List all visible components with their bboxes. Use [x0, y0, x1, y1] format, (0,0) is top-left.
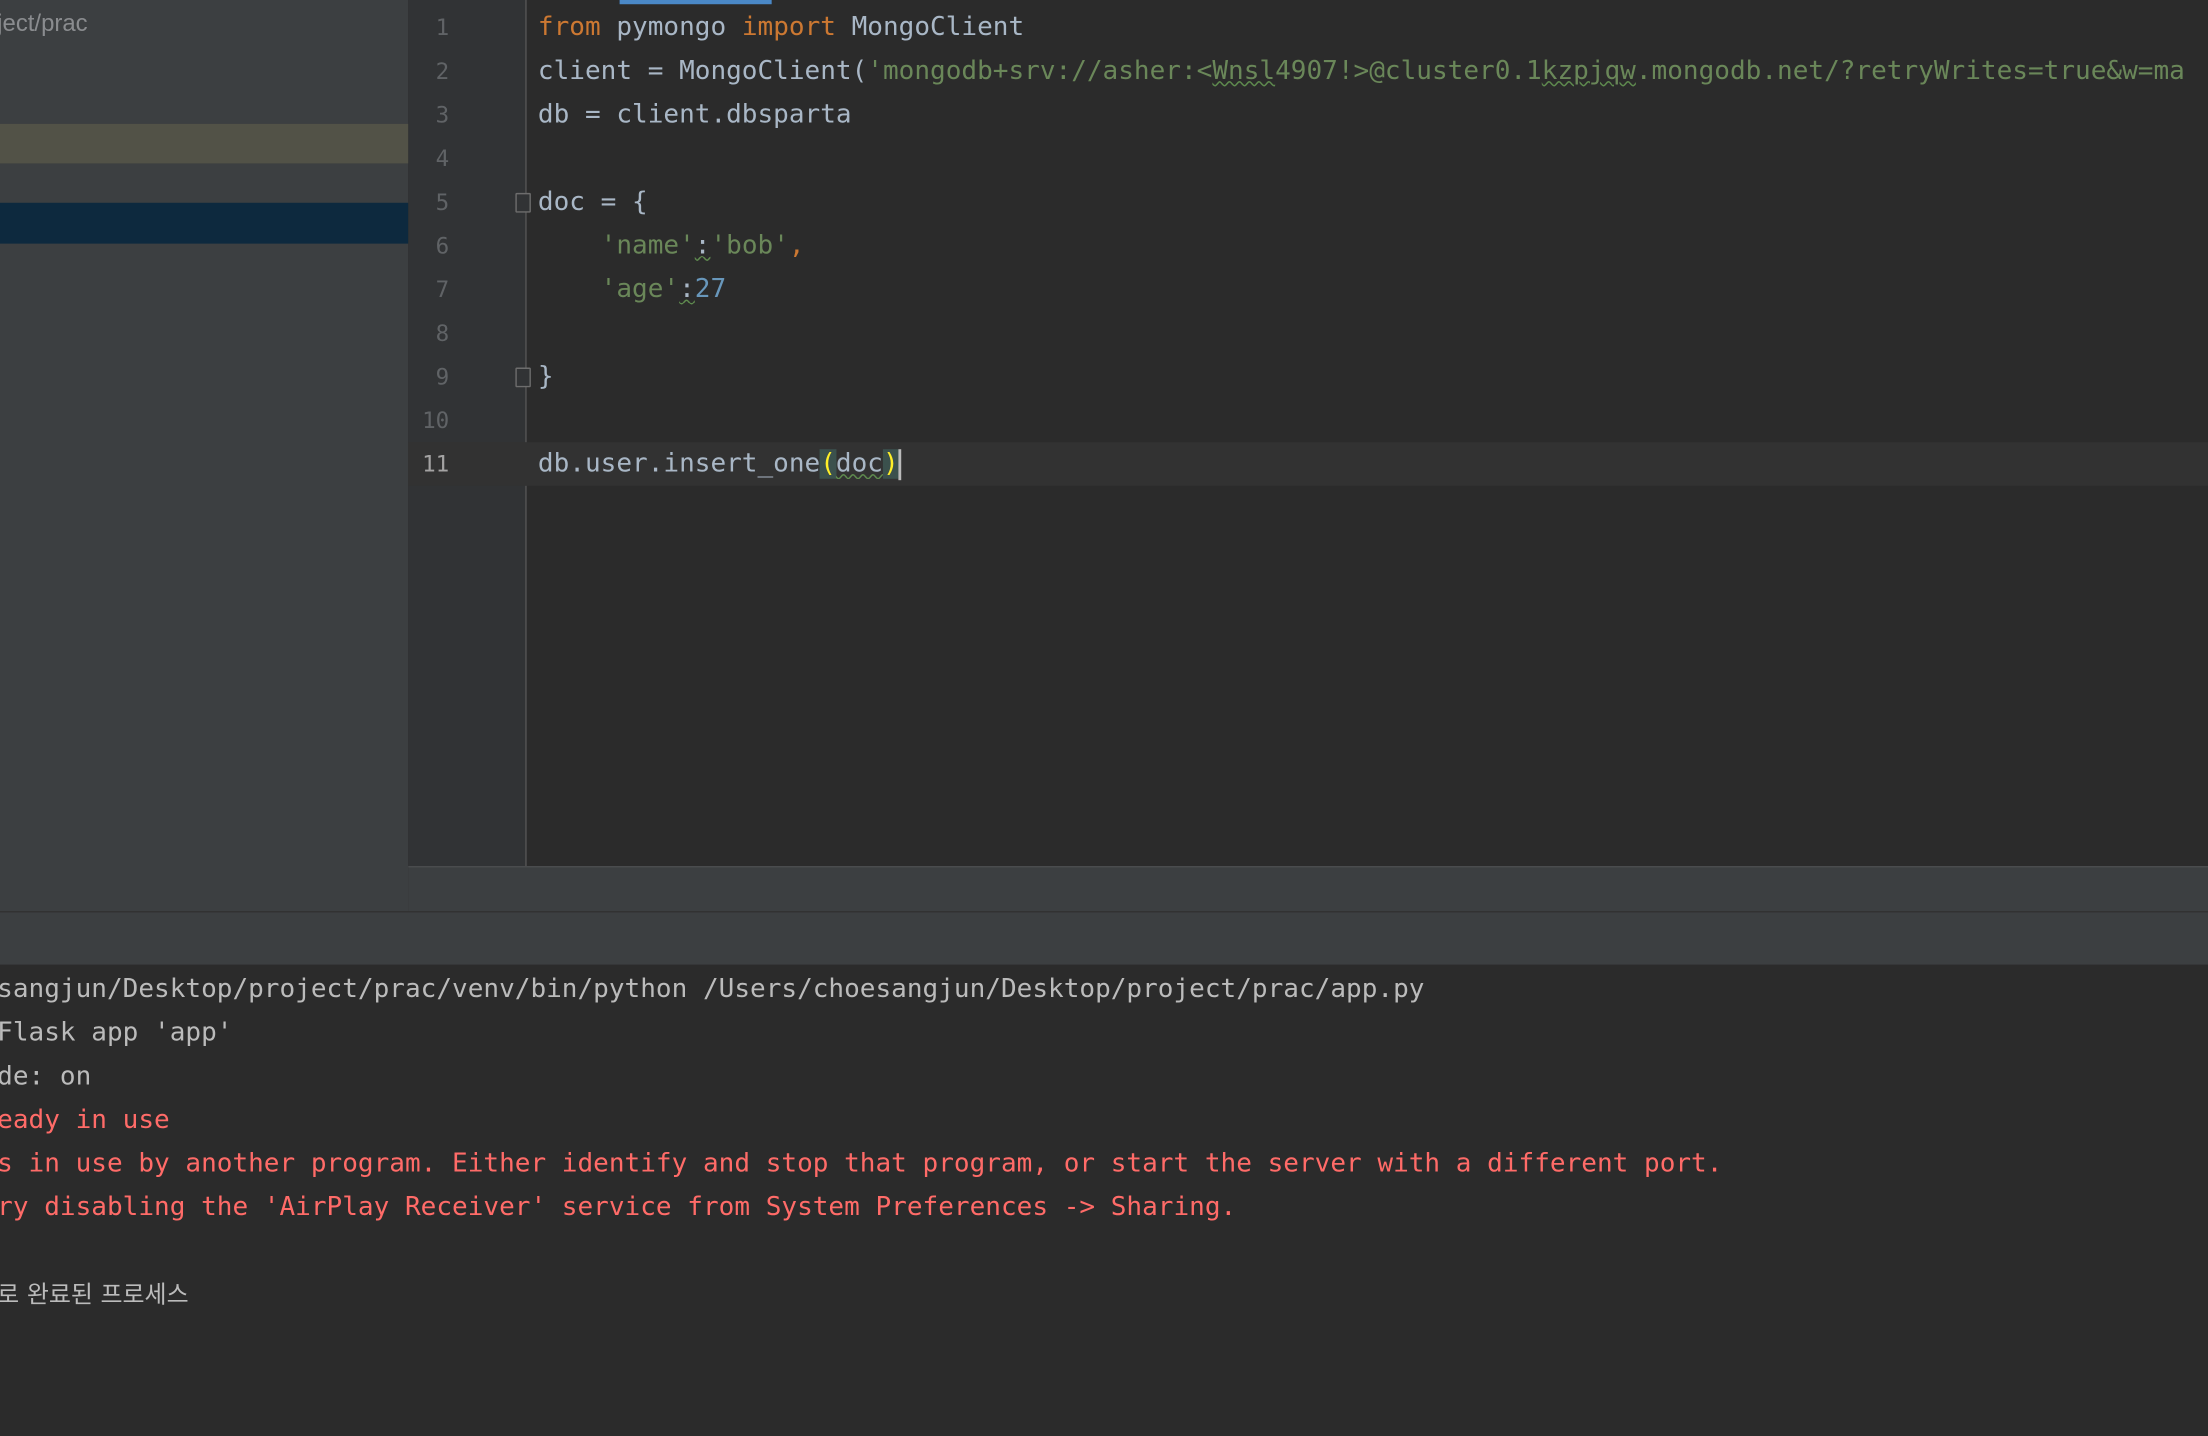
matched-paren: ( — [820, 449, 836, 479]
code-text[interactable]: client = MongoClient('mongodb+srv://ashe… — [538, 49, 2185, 93]
console-line: de: on — [0, 1061, 92, 1092]
code-line[interactable]: 9 } — [408, 355, 2208, 399]
editor-breadcrumb-bar — [408, 866, 2208, 913]
active-tab-indicator — [619, 0, 772, 5]
code-text[interactable]: doc = { — [538, 180, 648, 224]
fold-marker-icon[interactable] — [515, 192, 531, 213]
run-console[interactable]: sangjun/Desktop/project/prac/venv/bin/py… — [0, 964, 2208, 1436]
line-number: 3 — [435, 101, 450, 129]
run-toolwindow-header[interactable] — [0, 911, 2208, 966]
text-caret — [898, 449, 902, 481]
line-number: 5 — [435, 188, 450, 216]
code-line-current[interactable]: 11 db.user.insert_one(doc) — [408, 442, 2208, 486]
line-number: 8 — [435, 319, 450, 347]
matched-paren: ) — [882, 449, 899, 479]
console-error-line: ry disabling the 'AirPlay Receiver' serv… — [0, 1192, 1237, 1223]
console-exit-line: 로 완료된 프로세스 — [0, 1281, 189, 1310]
line-number: 11 — [422, 450, 450, 478]
project-tree-item-highlighted[interactable] — [0, 123, 409, 164]
code-text[interactable]: 'name':'bob', — [538, 224, 805, 268]
line-number: 1 — [435, 14, 450, 41]
code-line[interactable]: 5 doc = { — [408, 180, 2208, 224]
code-line[interactable]: 3 db = client.dbsparta — [408, 93, 2208, 137]
project-path[interactable]: ject/prac — [0, 10, 88, 38]
code-text[interactable]: db.user.insert_one(doc) — [538, 442, 902, 486]
code-text[interactable]: db = client.dbsparta — [538, 93, 852, 137]
code-text[interactable]: from pymongo import MongoClient — [538, 6, 1024, 50]
project-tree-item-selected[interactable] — [0, 202, 409, 244]
line-number: 10 — [422, 406, 450, 434]
line-number: 2 — [435, 57, 450, 85]
console-line: Flask app 'app' — [0, 1018, 233, 1048]
console-line: sangjun/Desktop/project/prac/venv/bin/py… — [0, 974, 1425, 1005]
code-text[interactable]: 'age':27 — [538, 268, 727, 312]
console-error-line: eady in use — [0, 1105, 170, 1135]
line-number: 4 — [435, 145, 450, 172]
code-line[interactable]: 7 'age':27 — [408, 268, 2208, 312]
line-number: 7 — [435, 275, 450, 303]
line-number: 6 — [435, 232, 450, 260]
code-line[interactable]: 4 — [408, 137, 2208, 181]
code-editor[interactable]: 1 from pymongo import MongoClient 2 clie… — [408, 0, 2208, 867]
fold-marker-icon[interactable] — [515, 367, 531, 388]
code-line[interactable]: 10 — [408, 399, 2208, 443]
code-line[interactable]: 6 'name':'bob', — [408, 224, 2208, 268]
code-line[interactable]: 2 client = MongoClient('mongodb+srv://as… — [408, 49, 2208, 93]
code-text[interactable]: } — [538, 355, 554, 399]
project-sidebar: ject/prac — [0, 0, 409, 912]
code-line[interactable]: 8 — [408, 311, 2208, 355]
console-error-line: s in use by another program. Either iden… — [0, 1149, 1723, 1179]
code-line[interactable]: 1 from pymongo import MongoClient — [408, 6, 2208, 50]
ide-window: ject/prac 1 from pymongo import MongoCli… — [0, 0, 2208, 1436]
line-number: 9 — [435, 363, 450, 391]
